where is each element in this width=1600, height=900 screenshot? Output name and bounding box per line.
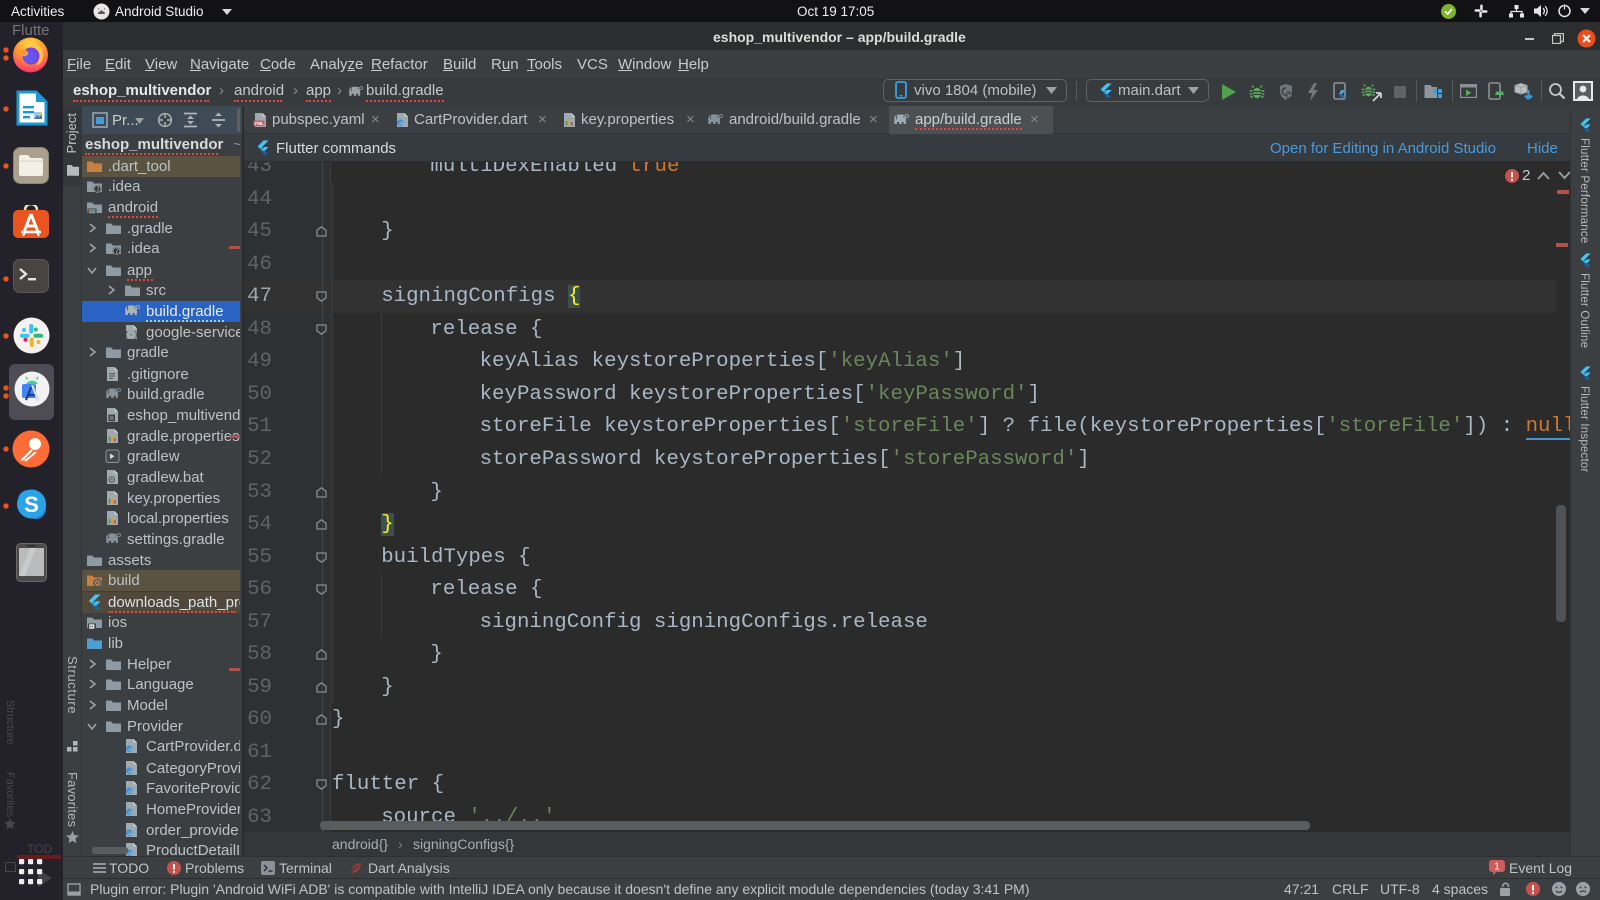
svg-text:YML: YML — [254, 121, 264, 126]
svg-text:S: S — [24, 492, 39, 517]
svg-text:{·}: {·} — [124, 331, 138, 340]
svg-text:1: 1 — [1494, 862, 1500, 873]
